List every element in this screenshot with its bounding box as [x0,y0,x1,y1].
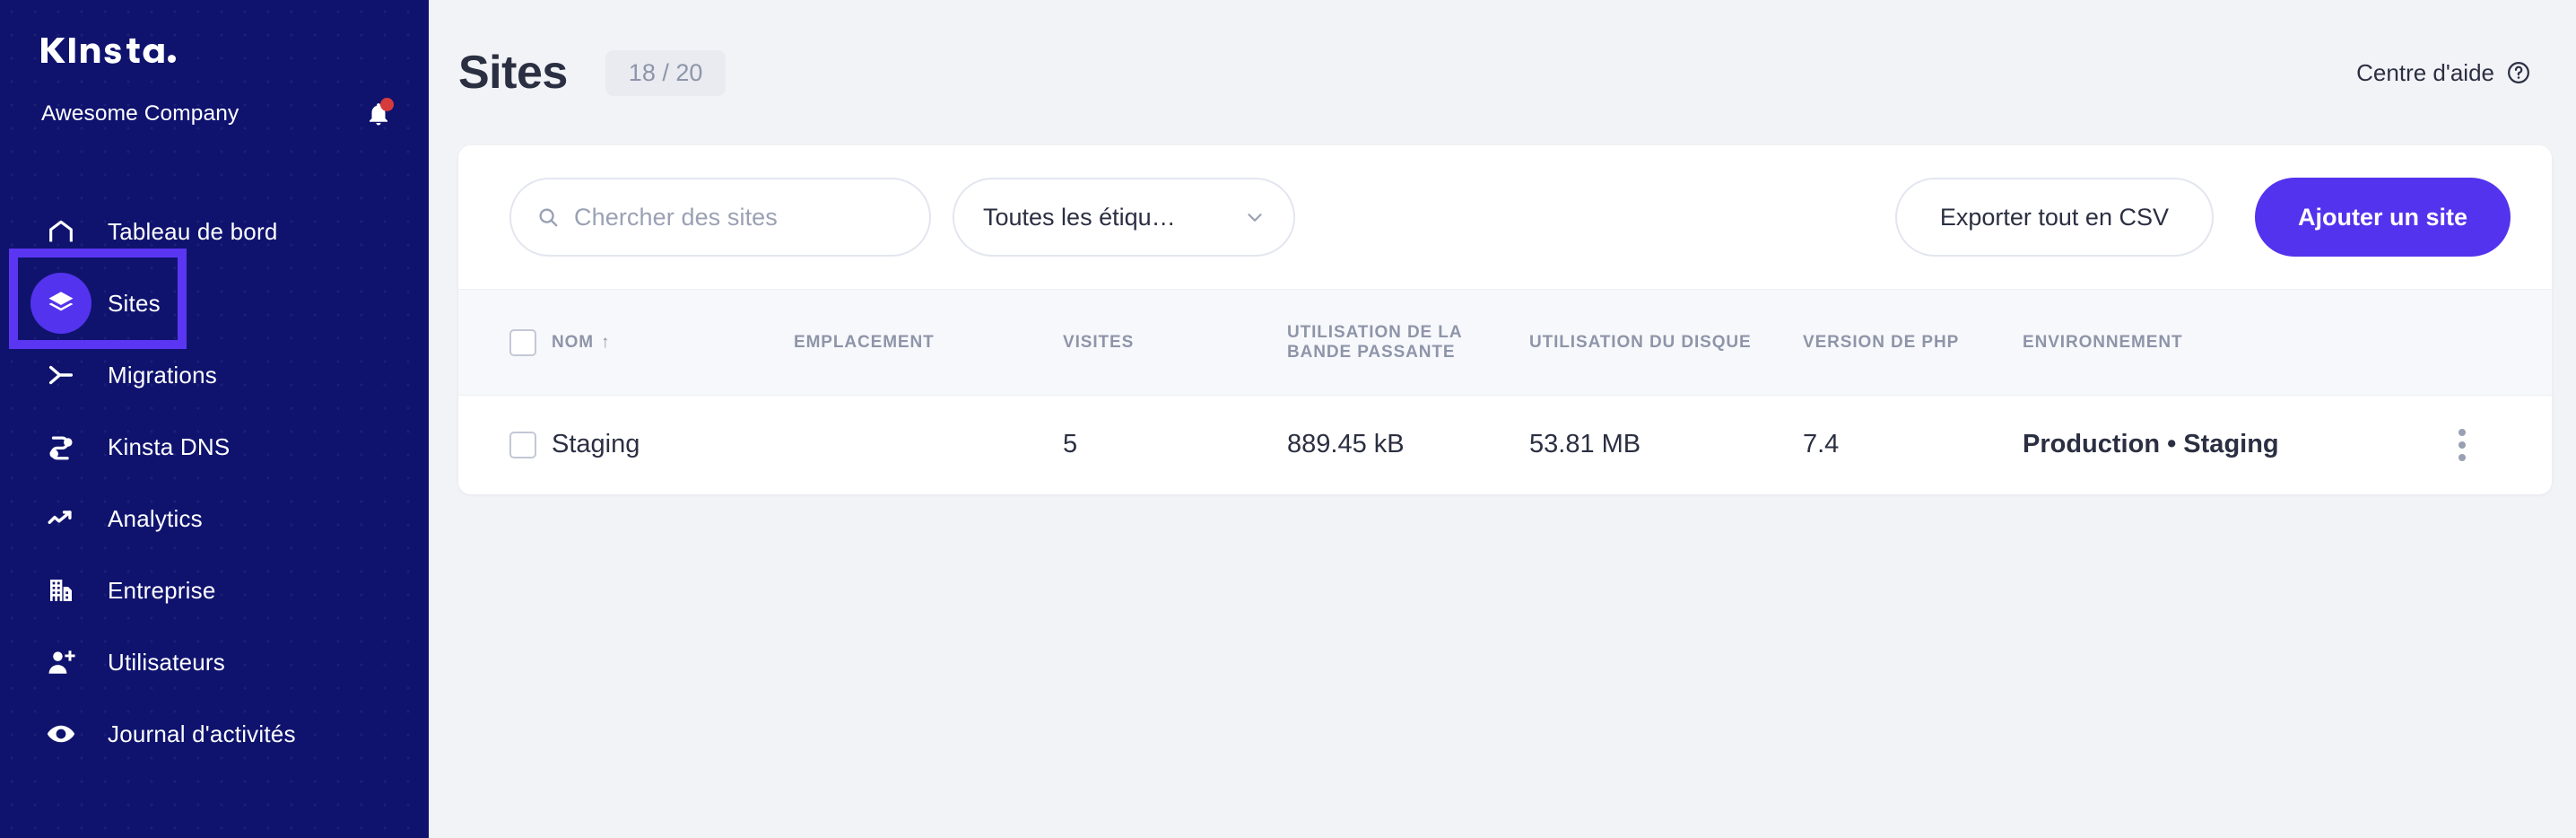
sidebar-item-label: Analytics [108,504,203,532]
migration-icon [30,345,91,406]
sidebar-item-migrations[interactable]: Migrations [0,339,429,411]
row-checkbox[interactable] [509,431,536,458]
sidebar-item-sites[interactable]: Sites [0,267,429,339]
header-disque[interactable]: UTILISATION DU DISQUE [1529,289,1803,396]
sidebar-item-utilisateurs[interactable]: Utilisateurs [0,626,429,698]
sites-card: Chercher des sites Toutes les étiqu… Exp… [458,145,2552,494]
trending-up-icon [30,488,91,549]
sidebar-item-label: Migrations [108,361,217,388]
chevron-down-icon [1248,214,1262,222]
help-center-link[interactable]: Centre d'aide [2356,59,2531,87]
environnement-value: Production • Staging [2023,430,2279,459]
sites-table-body: Staging 5 889.45 kB 53.81 MB 7.4 Product… [458,395,2552,494]
kebab-dot [2459,441,2466,449]
row-select-cell [458,395,552,494]
sidebar-item-label: Utilisateurs [108,648,225,676]
export-csv-button[interactable]: Exporter tout en CSV [1894,178,2214,257]
cell-bande-passante: 889.45 kB [1287,395,1529,494]
header-bande-passante[interactable]: UTILISATION DE LA BANDE PASSANTE [1287,289,1529,396]
header-nom-label: NOM [552,332,595,352]
cell-nom: Staging [552,395,794,494]
sidebar-item-journal-activites[interactable]: Journal d'activités [0,698,429,770]
kebab-dot [2459,453,2466,461]
header-actions [2444,289,2552,396]
home-icon [30,201,91,262]
company-name: Awesome Company [41,101,239,126]
sidebar: Awesome Company Tableau de bord Sites Mi… [0,0,429,838]
sidebar-item-analytics[interactable]: Analytics [0,483,429,554]
sidebar-item-label: Sites [108,289,161,317]
sites-toolbar: Chercher des sites Toutes les étiqu… Exp… [458,145,2552,289]
cell-actions [2444,395,2552,494]
sidebar-item-label: Kinsta DNS [108,432,231,460]
company-row: Awesome Company [41,96,396,132]
sidebar-item-label: Journal d'activités [108,720,296,747]
site-count-badge: 18 / 20 [605,49,727,96]
page-header: Sites 18 / 20 Centre d'aide [429,0,2576,145]
tag-filter-select[interactable]: Toutes les étiqu… [953,178,1295,257]
notification-badge-dot [380,98,394,111]
search-placeholder: Chercher des sites [574,203,778,231]
sort-ascending-icon: ↑ [601,332,611,352]
add-site-button[interactable]: Ajouter un site [2254,178,2511,257]
kebab-menu-icon[interactable] [2444,428,2480,461]
tag-filter-value: Toutes les étiqu… [983,203,1176,231]
search-input[interactable]: Chercher des sites [509,178,931,257]
building-icon [30,560,91,621]
sites-table-head: NOM ↑ EMPLACEMENT VISITES UTILISATION DE … [458,289,2552,396]
sidebar-item-tableau-de-bord[interactable]: Tableau de bord [0,196,429,267]
sites-table: NOM ↑ EMPLACEMENT VISITES UTILISATION DE … [458,289,2552,494]
dns-icon [30,416,91,477]
user-add-icon [30,632,91,693]
kinsta-logo[interactable] [41,32,178,68]
sidebar-item-label: Tableau de bord [108,217,278,245]
header-emplacement[interactable]: EMPLACEMENT [794,289,1063,396]
select-all-header [458,289,552,396]
cell-environnement: Production • Staging [2023,395,2444,494]
header-visites[interactable]: VISITES [1063,289,1287,396]
cell-php: 7.4 [1803,395,2023,494]
table-header-row: NOM ↑ EMPLACEMENT VISITES UTILISATION DE … [458,289,2552,396]
sidebar-item-kinsta-dns[interactable]: Kinsta DNS [0,411,429,483]
kebab-dot [2459,428,2466,436]
select-all-checkbox[interactable] [509,328,536,356]
help-center-label: Centre d'aide [2356,58,2494,86]
page-title: Sites [458,47,568,99]
question-circle-icon [2508,62,2529,83]
main-content: Sites 18 / 20 Centre d'aide Chercher des [429,0,2576,838]
sidebar-nav: Tableau de bord Sites Migrations Kinsta … [0,196,429,770]
eye-icon [30,703,91,764]
sidebar-item-label: Entreprise [108,576,216,604]
cell-disque: 53.81 MB [1529,395,1803,494]
table-row[interactable]: Staging 5 889.45 kB 53.81 MB 7.4 Product… [458,395,2552,494]
sidebar-item-entreprise[interactable]: Entreprise [0,554,429,626]
cell-emplacement [794,395,1063,494]
layers-icon [30,273,91,334]
header-nom[interactable]: NOM ↑ [552,289,794,396]
search-icon [539,208,558,227]
header-environnement[interactable]: ENVIRONNEMENT [2023,289,2444,396]
notifications-button[interactable] [361,96,396,132]
app-root: Awesome Company Tableau de bord Sites Mi… [0,0,2576,838]
header-php[interactable]: VERSION DE PHP [1803,289,2023,396]
cell-visites: 5 [1063,395,1287,494]
